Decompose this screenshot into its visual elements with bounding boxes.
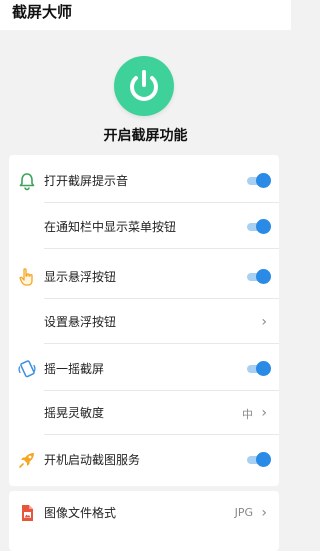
chevron-right-icon: › — [261, 314, 267, 330]
chevron-right-icon: › — [261, 505, 267, 521]
setting-label: 摇一摇截屏 — [44, 362, 105, 376]
boot-toggle[interactable] — [247, 452, 271, 467]
setting-row-boot[interactable]: 开机启动截图服务 — [9, 438, 279, 482]
chevron-right-icon: › — [261, 405, 267, 421]
setting-label: 图像文件格式 — [44, 506, 117, 520]
image-file-icon — [22, 505, 33, 521]
shake-toggle[interactable] — [247, 361, 271, 376]
sensitivity-value: 中 — [242, 408, 253, 421]
divider — [44, 248, 279, 249]
setting-label: 设置悬浮按钮 — [44, 315, 117, 329]
setting-label: 摇晃灵敏度 — [44, 406, 105, 420]
power-label: 开启截屏功能 — [103, 128, 188, 144]
float-button-toggle[interactable] — [247, 269, 271, 284]
hand-pointer-icon — [19, 268, 33, 286]
setting-row-image-format[interactable]: 图像文件格式 JPG › — [9, 491, 279, 535]
format-value: JPG — [234, 506, 253, 519]
bell-icon — [19, 173, 35, 191]
sound-toggle[interactable] — [247, 173, 271, 188]
setting-row-sensitivity[interactable]: 摇晃灵敏度 中 › — [9, 391, 279, 435]
settings-card-format: 图像文件格式 JPG › — [9, 491, 279, 551]
divider — [44, 298, 279, 299]
divider — [44, 434, 279, 435]
shake-phone-icon — [18, 360, 36, 378]
setting-row-float-button[interactable]: 显示悬浮按钮 — [9, 255, 279, 299]
setting-row-notification[interactable]: 在通知栏中显示菜单按钮 — [9, 205, 279, 249]
setting-label: 打开截屏提示音 — [44, 174, 129, 188]
app-header: 截屏大师 — [0, 0, 291, 30]
power-button[interactable] — [114, 56, 174, 116]
rocket-icon — [19, 453, 34, 468]
setting-label: 显示悬浮按钮 — [44, 270, 117, 284]
setting-row-shake[interactable]: 摇一摇截屏 — [9, 347, 279, 391]
setting-label: 开机启动截图服务 — [44, 453, 141, 467]
setting-row-float-settings[interactable]: 设置悬浮按钮 › — [9, 300, 279, 344]
settings-card: 打开截屏提示音 在通知栏中显示菜单按钮 显示悬浮按钮 设置悬浮按钮 › 摇一摇截… — [9, 155, 279, 486]
divider — [44, 343, 279, 344]
setting-row-sound[interactable]: 打开截屏提示音 — [9, 159, 279, 203]
app-title: 截屏大师 — [12, 3, 73, 21]
divider — [44, 202, 279, 203]
power-icon — [130, 70, 158, 101]
notification-toggle[interactable] — [247, 219, 271, 234]
setting-label: 在通知栏中显示菜单按钮 — [44, 220, 177, 234]
